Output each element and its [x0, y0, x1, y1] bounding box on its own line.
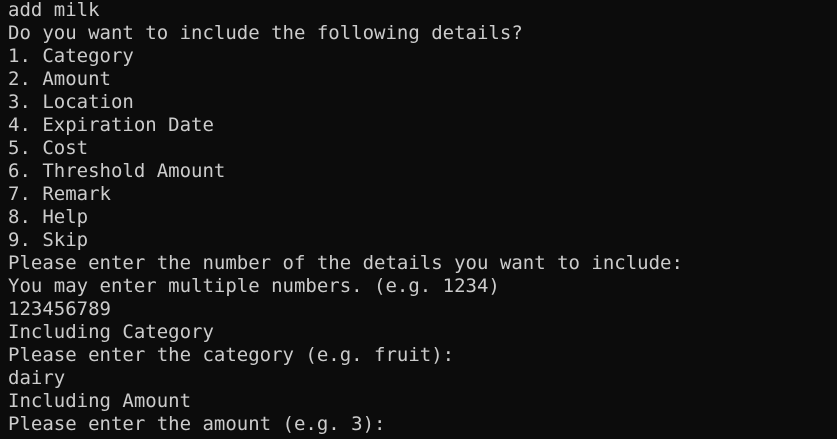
- option-help: 8. Help: [8, 206, 89, 228]
- option-location: 3. Location: [8, 91, 134, 113]
- category-entry-prompt: Please enter the category (e.g. fruit):: [8, 344, 455, 366]
- option-cost: 5. Cost: [8, 137, 89, 159]
- option-skip: 9. Skip: [8, 229, 89, 251]
- option-remark: 7. Remark: [8, 183, 111, 205]
- user-number-input: 123456789: [8, 298, 111, 320]
- option-threshold-amount: 6. Threshold Amount: [8, 160, 226, 182]
- user-command-line: add milk: [8, 0, 100, 21]
- user-category-input: dairy: [8, 367, 66, 389]
- including-amount-status: Including Amount: [8, 390, 192, 412]
- amount-entry-prompt: Please enter the amount (e.g. 3):: [8, 413, 386, 435]
- terminal-window[interactable]: add milk Do you want to include the foll…: [0, 0, 837, 439]
- option-amount: 2. Amount: [8, 68, 111, 90]
- including-category-status: Including Category: [8, 321, 214, 343]
- number-entry-prompt: Please enter the number of the details y…: [8, 252, 683, 274]
- include-details-prompt: Do you want to include the following det…: [8, 22, 523, 44]
- option-category: 1. Category: [8, 45, 134, 67]
- multiple-numbers-hint: You may enter multiple numbers. (e.g. 12…: [8, 275, 500, 297]
- option-expiration-date: 4. Expiration Date: [8, 114, 214, 136]
